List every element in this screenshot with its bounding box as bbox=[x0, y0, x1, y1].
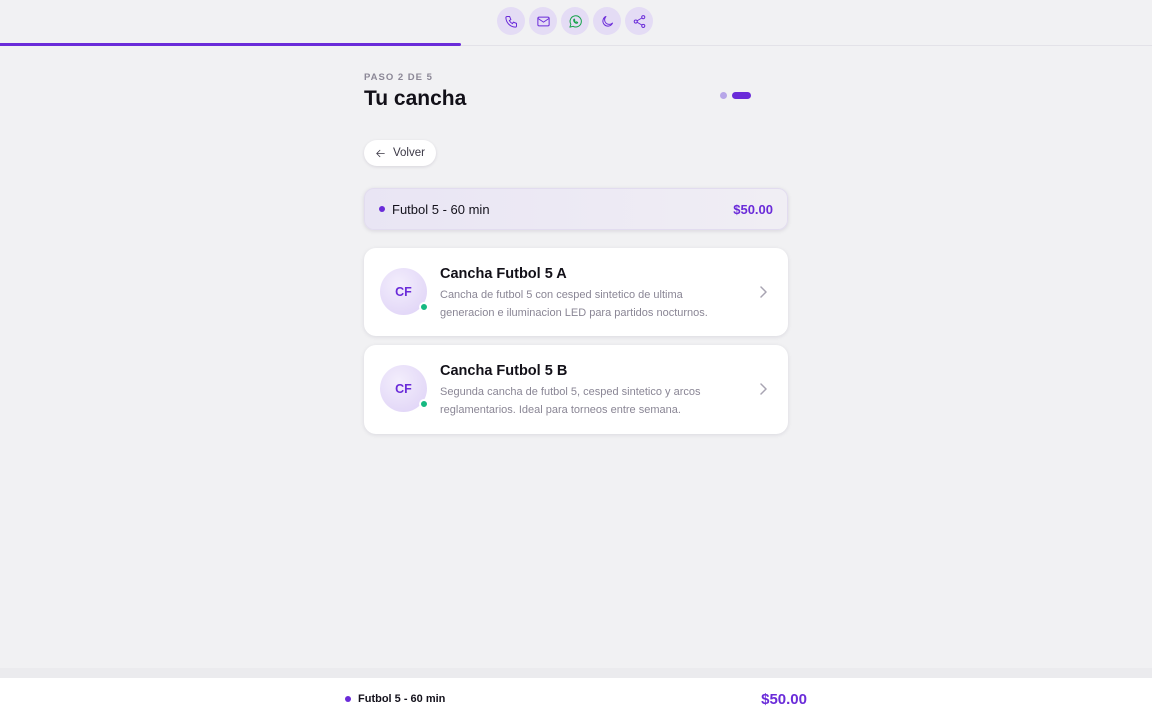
summary-label: Futbol 5 - 60 min bbox=[392, 201, 490, 217]
court-initials: CF bbox=[395, 381, 412, 396]
chevron-right-icon bbox=[759, 285, 768, 298]
dark-mode-button[interactable] bbox=[593, 7, 621, 35]
step-dot bbox=[720, 92, 727, 99]
court-name: Cancha Futbol 5 B bbox=[440, 363, 568, 379]
summary-price: $50.00 bbox=[733, 201, 773, 217]
moon-icon bbox=[601, 15, 613, 27]
contact-actions bbox=[497, 7, 653, 35]
step-progress-fill bbox=[0, 43, 461, 46]
status-available-dot bbox=[419, 399, 429, 409]
main-content: PASO 2 DE 5 Tu cancha Volver Futbol 5 - … bbox=[364, 72, 788, 434]
chevron-right-icon bbox=[759, 382, 768, 395]
selection-summary: Futbol 5 - 60 min $50.00 bbox=[364, 188, 788, 230]
step-indicator: PASO 2 DE 5 bbox=[364, 72, 433, 83]
whatsapp-icon bbox=[568, 14, 582, 28]
back-button-label: Volver bbox=[393, 147, 425, 159]
bullet-icon bbox=[379, 206, 385, 212]
court-initials: CF bbox=[395, 284, 412, 299]
court-card-a[interactable]: CF Cancha Futbol 5 A Cancha de futbol 5 … bbox=[364, 248, 788, 336]
page-title: Tu cancha bbox=[364, 87, 467, 110]
footer-summary-bar: Futbol 5 - 60 min $50.00 bbox=[0, 678, 1152, 720]
mail-icon bbox=[536, 16, 550, 26]
arrow-left-icon bbox=[376, 149, 385, 157]
footer-label: Futbol 5 - 60 min bbox=[358, 693, 446, 705]
court-avatar: CF bbox=[380, 268, 429, 315]
status-available-dot bbox=[419, 302, 429, 312]
court-name: Cancha Futbol 5 A bbox=[440, 266, 567, 282]
phone-icon bbox=[504, 15, 517, 28]
whatsapp-button[interactable] bbox=[561, 7, 589, 35]
court-description: Cancha de futbol 5 con cesped sintetico … bbox=[440, 289, 708, 319]
share-icon bbox=[633, 14, 645, 28]
bullet-icon bbox=[345, 696, 351, 702]
footer-inner: Futbol 5 - 60 min $50.00 bbox=[345, 678, 807, 720]
step-dots bbox=[720, 92, 751, 99]
top-bar bbox=[0, 0, 1152, 46]
step-progress-bar bbox=[0, 43, 1152, 46]
court-description: Segunda cancha de futbol 5, cesped sinte… bbox=[440, 386, 701, 416]
step-dot-active bbox=[732, 92, 751, 99]
email-button[interactable] bbox=[529, 7, 557, 35]
footer-price: $50.00 bbox=[761, 690, 807, 708]
back-button[interactable]: Volver bbox=[364, 140, 436, 166]
footer-divider bbox=[0, 668, 1152, 678]
share-button[interactable] bbox=[625, 7, 653, 35]
court-card-b[interactable]: CF Cancha Futbol 5 B Segunda cancha de f… bbox=[364, 345, 788, 434]
court-avatar: CF bbox=[380, 365, 429, 412]
phone-button[interactable] bbox=[497, 7, 525, 35]
